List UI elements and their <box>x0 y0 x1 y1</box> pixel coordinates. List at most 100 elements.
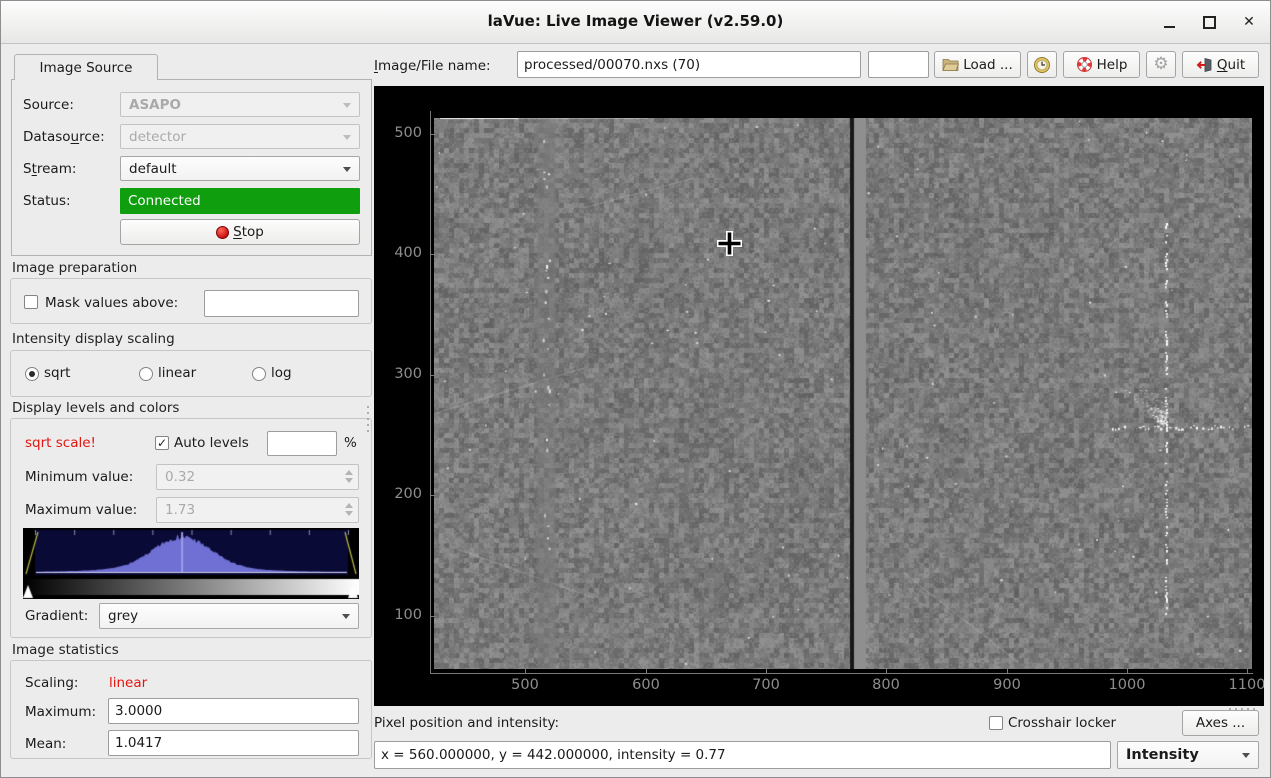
load-button[interactable]: Load ... <box>934 51 1021 78</box>
x-axis-line <box>430 673 1253 674</box>
section-image-preparation: Image preparation <box>12 260 137 276</box>
quit-button-label: Quit <box>1217 57 1245 73</box>
label-part: S <box>233 224 242 240</box>
detector-image[interactable] <box>434 118 1252 669</box>
x-axis-tick <box>1007 668 1008 673</box>
chevron-down-icon <box>343 103 351 108</box>
datasource-value: detector <box>129 129 186 145</box>
label-part: u <box>71 129 80 145</box>
y-axis-tick-label: 400 <box>380 245 422 261</box>
image-display-area[interactable]: 50040030020010050060070080090010001100 <box>374 86 1264 706</box>
spin-down-icon <box>345 478 353 483</box>
display-channel-select[interactable]: Intensity <box>1117 741 1259 769</box>
stats-maximum-label: Maximum: <box>25 704 96 720</box>
stats-scaling-label: Scaling: <box>25 675 78 691</box>
label-part: S <box>23 161 32 177</box>
stats-scaling-value: linear <box>109 675 147 691</box>
radio-log[interactable] <box>252 367 266 381</box>
pixel-readout-field[interactable] <box>374 741 1111 769</box>
window-title: laVue: Live Image Viewer (v2.59.0) <box>1 12 1270 30</box>
lifebuoy-icon <box>1076 56 1093 73</box>
stats-mean-field[interactable] <box>108 730 359 756</box>
y-axis-tick <box>431 495 437 496</box>
stream-select[interactable]: default <box>120 156 360 181</box>
panel-splitter-handle[interactable] <box>367 406 369 432</box>
minimize-icon <box>1164 26 1175 28</box>
stop-button[interactable]: Stop <box>120 219 360 245</box>
maximum-value: 1.73 <box>165 502 195 518</box>
close-button[interactable]: ✕ <box>1236 9 1262 35</box>
radio-linear[interactable] <box>139 367 153 381</box>
help-button[interactable]: Help <box>1063 51 1140 78</box>
x-axis-tick-label: 500 <box>511 677 539 693</box>
section-display-levels: Display levels and colors <box>12 400 179 416</box>
minimum-value-label: Minimum value: <box>25 469 133 485</box>
x-axis-tick <box>1247 668 1248 673</box>
histogram-canvas[interactable] <box>23 528 359 599</box>
label-part: Q <box>1217 57 1228 73</box>
percent-sign-label: % <box>344 435 357 451</box>
auto-levels-percent-input[interactable] <box>267 431 337 456</box>
maximize-icon <box>1203 16 1216 29</box>
stats-maximum-field[interactable] <box>108 698 359 724</box>
scale-warning-text: sqrt scale! <box>25 435 96 451</box>
minimize-button[interactable] <box>1156 9 1182 35</box>
label-part: ream: <box>37 161 77 177</box>
spin-down-icon <box>345 511 353 516</box>
pixel-position-label: Pixel position and intensity: <box>374 715 559 731</box>
x-axis-tick-label: 700 <box>752 677 780 693</box>
x-axis-tick <box>646 668 647 673</box>
auto-levels-checkbox[interactable] <box>155 436 169 450</box>
folder-icon <box>942 58 959 72</box>
chevron-down-icon <box>1242 753 1250 758</box>
axes-button-label: Axes ... <box>1196 715 1245 731</box>
y-axis-tick-label: 200 <box>380 486 422 502</box>
label-part: uit <box>1228 57 1246 73</box>
x-axis-tick <box>886 668 887 673</box>
chevron-down-icon <box>343 135 351 140</box>
axes-button[interactable]: Axes ... <box>1182 710 1259 736</box>
label-part: mage/File name: <box>378 58 491 74</box>
maximum-value-label: Maximum value: <box>25 502 137 518</box>
gear-icon: ⚙ <box>1153 56 1168 73</box>
stats-mean-label: Mean: <box>25 736 66 752</box>
auto-levels-label: Auto levels <box>174 435 249 451</box>
minimum-value-spinbox: 0.32 <box>156 464 359 490</box>
y-axis-line <box>430 111 431 674</box>
mask-value-input[interactable] <box>204 290 359 317</box>
gradient-value: grey <box>108 608 138 624</box>
gradient-select[interactable]: grey <box>99 603 359 629</box>
maximum-value-spinbox: 1.73 <box>156 497 359 523</box>
titlebar[interactable]: laVue: Live Image Viewer (v2.59.0) ✕ <box>1 1 1270 44</box>
y-axis-tick <box>431 375 437 376</box>
radio-sqrt[interactable] <box>25 367 39 381</box>
crosshair-cursor <box>716 230 743 257</box>
y-axis-tick-label: 500 <box>380 125 422 141</box>
source-select: ASAPO <box>120 92 360 117</box>
spinner-buttons <box>345 470 353 483</box>
file-name-input[interactable] <box>517 51 861 78</box>
crosshair-locker-checkbox[interactable] <box>989 716 1003 730</box>
chevron-down-icon <box>343 167 351 172</box>
exit-door-icon <box>1196 57 1213 73</box>
mask-values-label: Mask values above: <box>45 295 178 311</box>
status-badge: Connected <box>120 188 360 214</box>
datasource-label: Datasource: <box>23 129 105 145</box>
spin-up-icon <box>345 470 353 475</box>
quit-button[interactable]: Quit <box>1182 51 1259 78</box>
load-button-label: Load ... <box>963 57 1013 73</box>
label-part: Dataso <box>23 129 71 145</box>
help-button-label: Help <box>1097 57 1128 73</box>
maximize-button[interactable] <box>1196 9 1222 35</box>
settings-button[interactable]: ⚙ <box>1146 51 1176 78</box>
datasource-select: detector <box>120 124 360 149</box>
tab-image-source[interactable]: Image Source <box>14 54 158 80</box>
y-axis-tick-label: 300 <box>380 366 422 382</box>
x-axis-tick-label: 1000 <box>1109 677 1146 693</box>
aux-input[interactable] <box>868 51 929 78</box>
histogram-levels-widget[interactable] <box>23 528 359 599</box>
mask-values-checkbox[interactable] <box>24 295 38 309</box>
application-window: laVue: Live Image Viewer (v2.59.0) ✕ Ima… <box>0 0 1271 778</box>
radio-sqrt-label: sqrt <box>44 365 70 381</box>
clock-button[interactable] <box>1027 51 1057 78</box>
